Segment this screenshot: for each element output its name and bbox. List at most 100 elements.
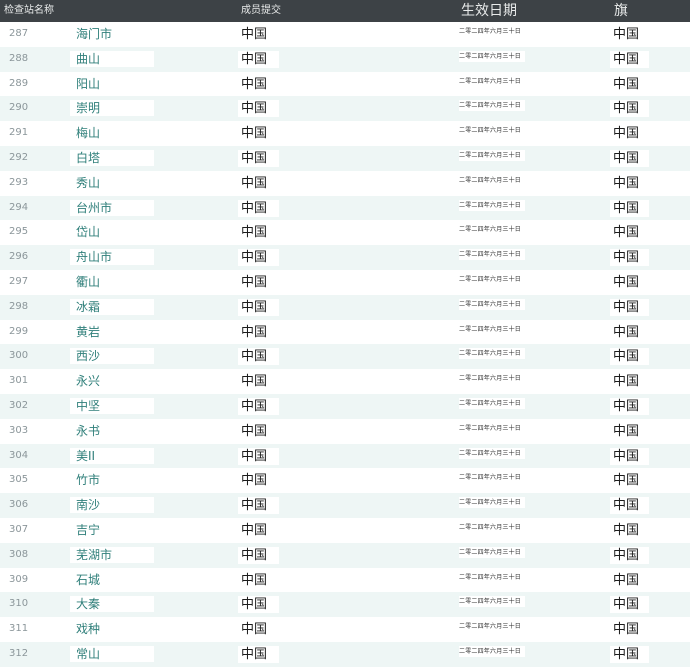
table-row[interactable]: 305 竹市 中国 二零二四年六月三十日 中国	[0, 468, 690, 494]
flag-cell: 中国	[610, 571, 649, 589]
effective-date-cell: 二零二四年六月三十日	[459, 596, 525, 608]
table-row[interactable]: 307 吉宁 中国 二零二四年六月三十日 中国	[0, 517, 690, 543]
table-row[interactable]: 289 阳山 中国 二零二四年六月三十日 中国	[0, 71, 690, 97]
table-row[interactable]: 304 美II 中国 二零二四年六月三十日 中国	[0, 443, 690, 469]
table-row[interactable]: 311 戏种 中国 二零二四年六月三十日 中国	[0, 617, 690, 642]
row-number: 294	[9, 201, 29, 213]
row-number: 307	[9, 523, 29, 535]
row-number: 304	[9, 449, 29, 461]
effective-date-cell: 二零二四年六月三十日	[459, 249, 525, 261]
effective-date-cell: 二零二四年六月三十日	[459, 199, 525, 211]
checkpoint-name: 大秦	[70, 596, 154, 613]
table-row[interactable]: 295 岱山 中国 二零二四年六月三十日 中国	[0, 220, 690, 246]
row-number: 299	[9, 325, 29, 337]
flag-cell: 中国	[610, 546, 649, 564]
table-row[interactable]: 296 舟山市 中国 二零二四年六月三十日 中国	[0, 245, 690, 270]
table-row[interactable]: 293 秀山 中国 二零二四年六月三十日 中国	[0, 170, 690, 196]
table-row[interactable]: 302 中坚 中国 二零二四年六月三十日 中国	[0, 393, 690, 419]
flag-cell: 中国	[610, 224, 649, 242]
flag-cell: 中国	[610, 50, 649, 68]
flag-cell: 中国	[610, 397, 649, 415]
member-cell: 中国	[238, 298, 279, 316]
flag-cell: 中国	[610, 249, 649, 267]
checkpoint-name: 海门市	[70, 26, 154, 42]
column-header-name[interactable]: 检查站名称	[4, 0, 54, 22]
effective-date-cell: 二零二四年六月三十日	[459, 224, 525, 236]
checkpoint-name: 戏种	[70, 621, 154, 638]
member-cell: 中国	[238, 397, 279, 415]
table-row[interactable]: 287 海门市 中国 二零二四年六月三十日 中国	[0, 22, 690, 47]
member-cell: 中国	[238, 125, 279, 143]
flag-cell: 中国	[610, 26, 649, 43]
member-cell: 中国	[238, 174, 279, 192]
effective-date-cell: 二零二四年六月三十日	[459, 26, 525, 37]
column-header-date[interactable]: 生效日期	[461, 0, 517, 22]
checkpoint-name: 阳山	[70, 75, 154, 92]
table-row[interactable]: 308 芜湖市 中国 二零二四年六月三十日 中国	[0, 542, 690, 568]
flag-cell: 中国	[610, 596, 649, 614]
effective-date-cell: 二零二四年六月三十日	[459, 373, 525, 385]
flag-cell: 中国	[610, 323, 649, 341]
column-header-member[interactable]: 成员提交	[241, 0, 281, 22]
flag-cell: 中国	[610, 645, 649, 663]
row-number: 295	[9, 226, 29, 238]
flag-cell: 中国	[610, 273, 649, 291]
table-row[interactable]: 300 西沙 中国 二零二四年六月三十日 中国	[0, 344, 690, 370]
member-cell: 中国	[238, 571, 279, 589]
row-number: 311	[9, 623, 29, 635]
row-number: 310	[9, 598, 29, 610]
table-row[interactable]: 310 大秦 中国 二零二四年六月三十日 中国	[0, 592, 690, 618]
member-cell: 中国	[238, 199, 279, 217]
row-number: 309	[9, 573, 29, 585]
member-cell: 中国	[238, 149, 279, 167]
table-row[interactable]: 303 永书 中国 二零二四年六月三十日 中国	[0, 418, 690, 444]
flag-cell: 中国	[610, 100, 649, 118]
checkpoint-name: 舟山市	[70, 249, 154, 266]
column-header-flag[interactable]: 旗	[614, 0, 628, 22]
table-row[interactable]: 292 白塔 中国 二零二四年六月三十日 中国	[0, 145, 690, 171]
checkpoint-name: 常山	[70, 645, 154, 662]
table-row[interactable]: 312 常山 中国 二零二四年六月三十日 中国	[0, 641, 690, 667]
member-cell: 中国	[238, 224, 279, 242]
flag-cell: 中国	[610, 75, 649, 93]
table-row[interactable]: 299 黄岩 中国 二零二四年六月三十日 中国	[0, 319, 690, 345]
table-row[interactable]: 288 曲山 中国 二零二四年六月三十日 中国	[0, 46, 690, 72]
table-row[interactable]: 306 南沙 中国 二零二四年六月三十日 中国	[0, 493, 690, 518]
effective-date-cell: 二零二四年六月三十日	[459, 273, 525, 285]
effective-date-cell: 二零二四年六月三十日	[459, 397, 525, 409]
checkpoint-name: 衢山	[70, 273, 154, 290]
checkpoint-name: 秀山	[70, 174, 154, 191]
row-number: 293	[9, 176, 29, 188]
effective-date-cell: 二零二四年六月三十日	[459, 100, 525, 112]
member-cell: 中国	[238, 373, 279, 391]
member-cell: 中国	[238, 273, 279, 291]
effective-date-cell: 二零二四年六月三十日	[459, 348, 525, 360]
checkpoint-name: 冰霜	[70, 298, 154, 315]
effective-date-cell: 二零二四年六月三十日	[459, 75, 525, 87]
checkpoint-name: 永兴	[70, 373, 154, 390]
flag-cell: 中国	[610, 174, 649, 192]
member-cell: 中国	[238, 75, 279, 93]
member-cell: 中国	[238, 546, 279, 564]
table-row[interactable]: 294 台州市 中国 二零二四年六月三十日 中国	[0, 195, 690, 221]
effective-date-cell: 二零二四年六月三十日	[459, 298, 525, 310]
effective-date-cell: 二零二四年六月三十日	[459, 571, 525, 583]
table-row[interactable]: 297 衢山 中国 二零二四年六月三十日 中国	[0, 269, 690, 295]
flag-cell: 中国	[610, 472, 649, 490]
table-row[interactable]: 291 梅山 中国 二零二四年六月三十日 中国	[0, 121, 690, 146]
row-number: 308	[9, 548, 29, 560]
member-cell: 中国	[238, 621, 279, 639]
table-row[interactable]: 298 冰霜 中国 二零二四年六月三十日 中国	[0, 294, 690, 320]
member-cell: 中国	[238, 26, 279, 43]
flag-cell: 中国	[610, 348, 649, 366]
table-row[interactable]: 301 永兴 中国 二零二四年六月三十日 中国	[0, 369, 690, 394]
flag-cell: 中国	[610, 497, 649, 515]
row-number: 303	[9, 424, 29, 436]
table-body: 287 海门市 中国 二零二四年六月三十日 中国 288 曲山 中国 二零二四年六月三十日 中国 2…	[0, 22, 690, 667]
table-row[interactable]: 290 崇明 中国 二零二四年六月三十日 中国	[0, 96, 690, 122]
row-number: 292	[9, 151, 29, 163]
row-number: 301	[9, 375, 29, 387]
table-row[interactable]: 309 石城 中国 二零二四年六月三十日 中国	[0, 567, 690, 593]
member-cell: 中国	[238, 596, 279, 614]
checkpoint-name: 竹市	[70, 472, 154, 489]
